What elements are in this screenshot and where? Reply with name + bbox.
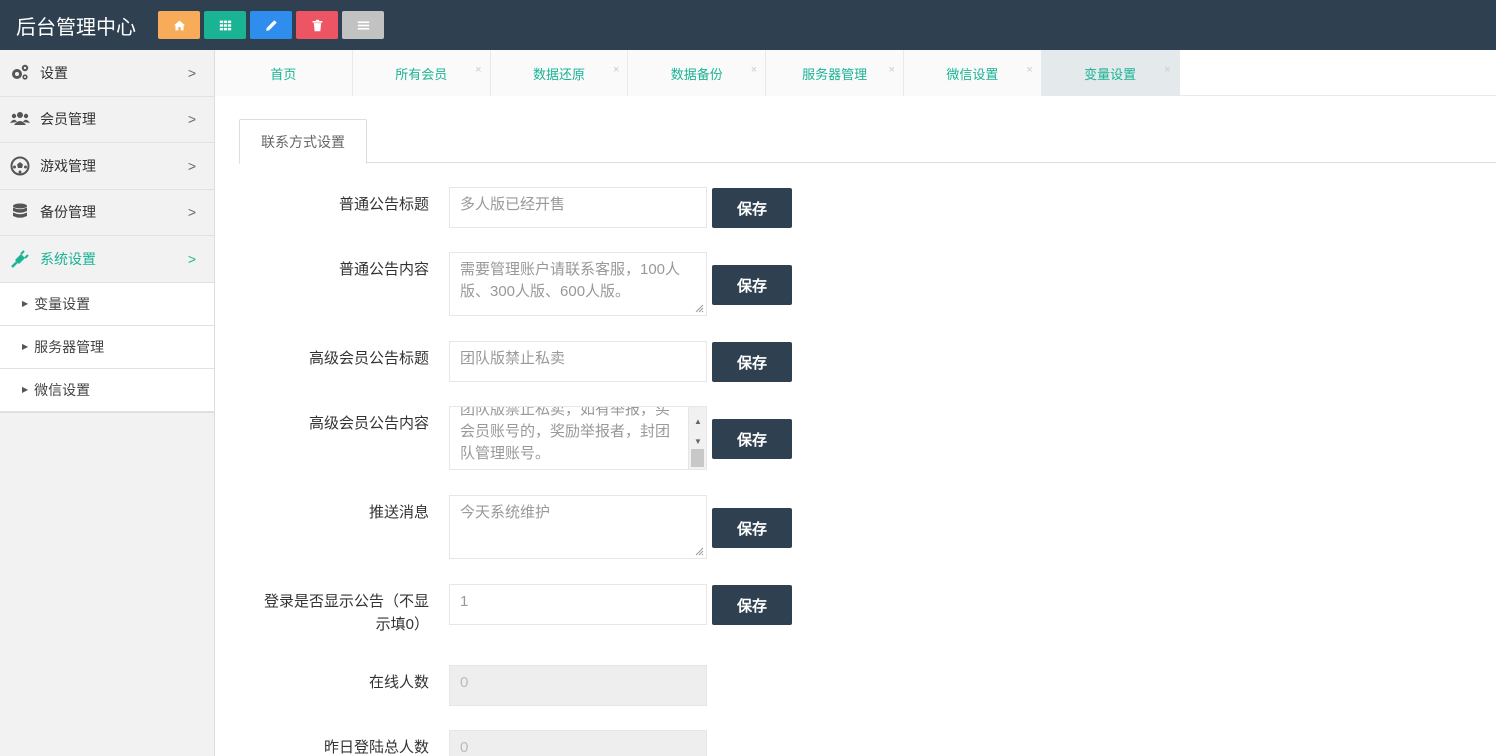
close-icon[interactable]: ×	[1026, 64, 1032, 76]
tab-variable-settings[interactable]: 变量设置 ×	[1041, 50, 1180, 96]
chevron-right-icon: >	[187, 204, 196, 221]
sidebar-submenu: ▶ 变量设置 ▶ 服务器管理 ▶ 微信设置	[0, 282, 214, 413]
resize-handle-icon[interactable]	[695, 304, 704, 313]
yesterday-login-total-field: 0	[449, 730, 707, 756]
notice-content-textarea[interactable]: 需要管理账户请联系客服，100人版、300人版、600人版。	[449, 252, 707, 316]
sidebar-subitem-label: 变量设置	[34, 295, 91, 312]
plug-icon	[8, 247, 32, 271]
close-icon[interactable]: ×	[751, 64, 757, 76]
resize-handle-icon[interactable]	[695, 547, 704, 556]
push-message-textarea[interactable]: 今天系统维护	[449, 495, 707, 559]
vip-notice-content-textarea[interactable]: 团队版禁止私卖，如有举报，买会员账号的，奖励举报者，封团队管理账号。 ▲ ▼	[449, 406, 707, 470]
tab-all-members[interactable]: 所有会员 ×	[352, 50, 491, 96]
tab-data-backup[interactable]: 数据备份 ×	[628, 50, 767, 96]
tab-home[interactable]: 首页	[215, 50, 353, 96]
scroll-thumb[interactable]	[691, 449, 704, 467]
tab-label: 服务器管理	[802, 66, 868, 82]
field-label: 高级会员公告标题	[308, 350, 429, 367]
sidebar-item-members[interactable]: 会员管理 >	[0, 97, 214, 143]
field-label: 登录是否显示公告（不显 示填0）	[229, 590, 429, 636]
sidebar-item-label: 设置	[40, 64, 68, 81]
chevron-right-icon: >	[187, 250, 196, 267]
sidebar-item-backup[interactable]: 备份管理 >	[0, 190, 214, 236]
field-label: 普通公告内容	[338, 261, 429, 278]
close-icon[interactable]: ×	[475, 64, 481, 76]
save-button[interactable]: 保存	[712, 508, 792, 548]
field-label-line: 登录是否显示公告（不显	[263, 593, 429, 610]
app-title: 后台管理中心	[16, 16, 136, 39]
tab-label: 首页	[270, 66, 297, 82]
save-button[interactable]: 保存	[712, 419, 792, 459]
sidebar-subitem-label: 服务器管理	[34, 338, 105, 355]
sidebar-subitem-variables[interactable]: ▶ 变量设置	[0, 282, 214, 326]
home-icon	[173, 20, 185, 30]
grid-icon	[219, 20, 231, 30]
field-label: 推送消息	[368, 504, 429, 521]
field-label: 在线人数	[368, 674, 429, 691]
tab-contact-settings[interactable]: 联系方式设置	[239, 119, 367, 164]
settings-subtabs: 联系方式设置	[239, 119, 1496, 164]
page-tabs: 首页 所有会员 × 数据还原 × 数据备份 × 服务器管理 × 微信设置 × 变…	[215, 50, 1496, 96]
chevron-right-icon: >	[187, 111, 196, 128]
sidebar-item-games[interactable]: 游戏管理 >	[0, 143, 214, 190]
scroll-up-icon[interactable]: ▲	[694, 411, 702, 433]
chevron-right-icon: >	[187, 64, 196, 81]
sidebar-item-label: 备份管理	[40, 204, 96, 221]
online-users-field: 0	[449, 665, 707, 706]
top-bar: 后台管理中心	[0, 0, 1496, 50]
tab-label: 变量设置	[1084, 66, 1137, 82]
sidebar-subitem-wechat[interactable]: ▶ 微信设置	[0, 368, 214, 412]
tab-server-management[interactable]: 服务器管理 ×	[766, 50, 904, 96]
home-button[interactable]	[158, 11, 200, 39]
caret-right-icon: ▶	[22, 299, 29, 308]
grid-button[interactable]	[204, 11, 246, 39]
save-button[interactable]: 保存	[712, 585, 792, 625]
sidebar-item-label: 系统设置	[40, 250, 96, 267]
sidebar-subitem-label: 微信设置	[34, 381, 91, 398]
list-button[interactable]	[342, 11, 384, 39]
trash-icon	[312, 19, 322, 31]
edit-button[interactable]	[250, 11, 292, 39]
field-label: 昨日登陆总人数	[323, 739, 429, 756]
tab-label: 所有会员	[395, 66, 448, 82]
main-content: 联系方式设置 普通公告标题 多人版已经开售 保存 普通公告内容 需要管理账户请联…	[215, 96, 1496, 756]
tab-data-restore[interactable]: 数据还原 ×	[490, 50, 629, 96]
save-button[interactable]: 保存	[712, 342, 792, 382]
sidebar-item-label: 游戏管理	[40, 157, 96, 174]
tab-label: 微信设置	[946, 66, 999, 82]
database-icon	[8, 200, 32, 224]
tab-wechat-settings[interactable]: 微信设置 ×	[903, 50, 1042, 96]
save-button[interactable]: 保存	[712, 188, 792, 228]
list-icon	[357, 20, 369, 30]
field-label: 普通公告标题	[338, 196, 429, 213]
close-icon[interactable]: ×	[889, 64, 895, 76]
chevron-right-icon: >	[187, 157, 196, 174]
tab-label: 数据还原	[532, 66, 585, 82]
close-icon[interactable]: ×	[1164, 64, 1170, 76]
pencil-icon	[265, 19, 277, 31]
textarea-text: 今天系统维护	[460, 504, 551, 521]
textarea-scrollbar[interactable]: ▲ ▼	[688, 407, 706, 469]
textarea-text: 团队版禁止私卖，如有举报，买会员账号的，奖励举报者，封团队管理账号。	[460, 406, 671, 462]
delete-button[interactable]	[296, 11, 338, 39]
field-label-line: 示填0）	[375, 616, 429, 633]
sidebar-item-settings[interactable]: 设置 >	[0, 50, 214, 97]
sidebar-subitem-servers[interactable]: ▶ 服务器管理	[0, 325, 214, 369]
field-label: 高级会员公告内容	[308, 415, 429, 432]
show-notice-on-login-input[interactable]: 1	[449, 584, 707, 625]
caret-right-icon: ▶	[22, 385, 29, 394]
sidebar-item-system-settings[interactable]: 系统设置 >	[0, 236, 214, 283]
users-icon	[8, 107, 32, 131]
caret-right-icon: ▶	[22, 342, 29, 351]
soccer-ball-icon	[8, 154, 32, 178]
vip-notice-title-input[interactable]: 团队版禁止私卖	[449, 341, 707, 382]
textarea-text: 需要管理账户请联系客服，100人版、300人版、600人版。	[460, 261, 681, 300]
sidebar: 设置 > 会员管理 > 游戏管理 > 备份管理 > 系统设置 > ▶ 变量设置	[0, 50, 215, 756]
tab-label: 数据备份	[670, 66, 723, 82]
close-icon[interactable]: ×	[613, 64, 619, 76]
notice-title-input[interactable]: 多人版已经开售	[449, 187, 707, 228]
save-button[interactable]: 保存	[712, 265, 792, 305]
gears-icon	[8, 61, 32, 85]
sidebar-item-label: 会员管理	[40, 111, 96, 128]
